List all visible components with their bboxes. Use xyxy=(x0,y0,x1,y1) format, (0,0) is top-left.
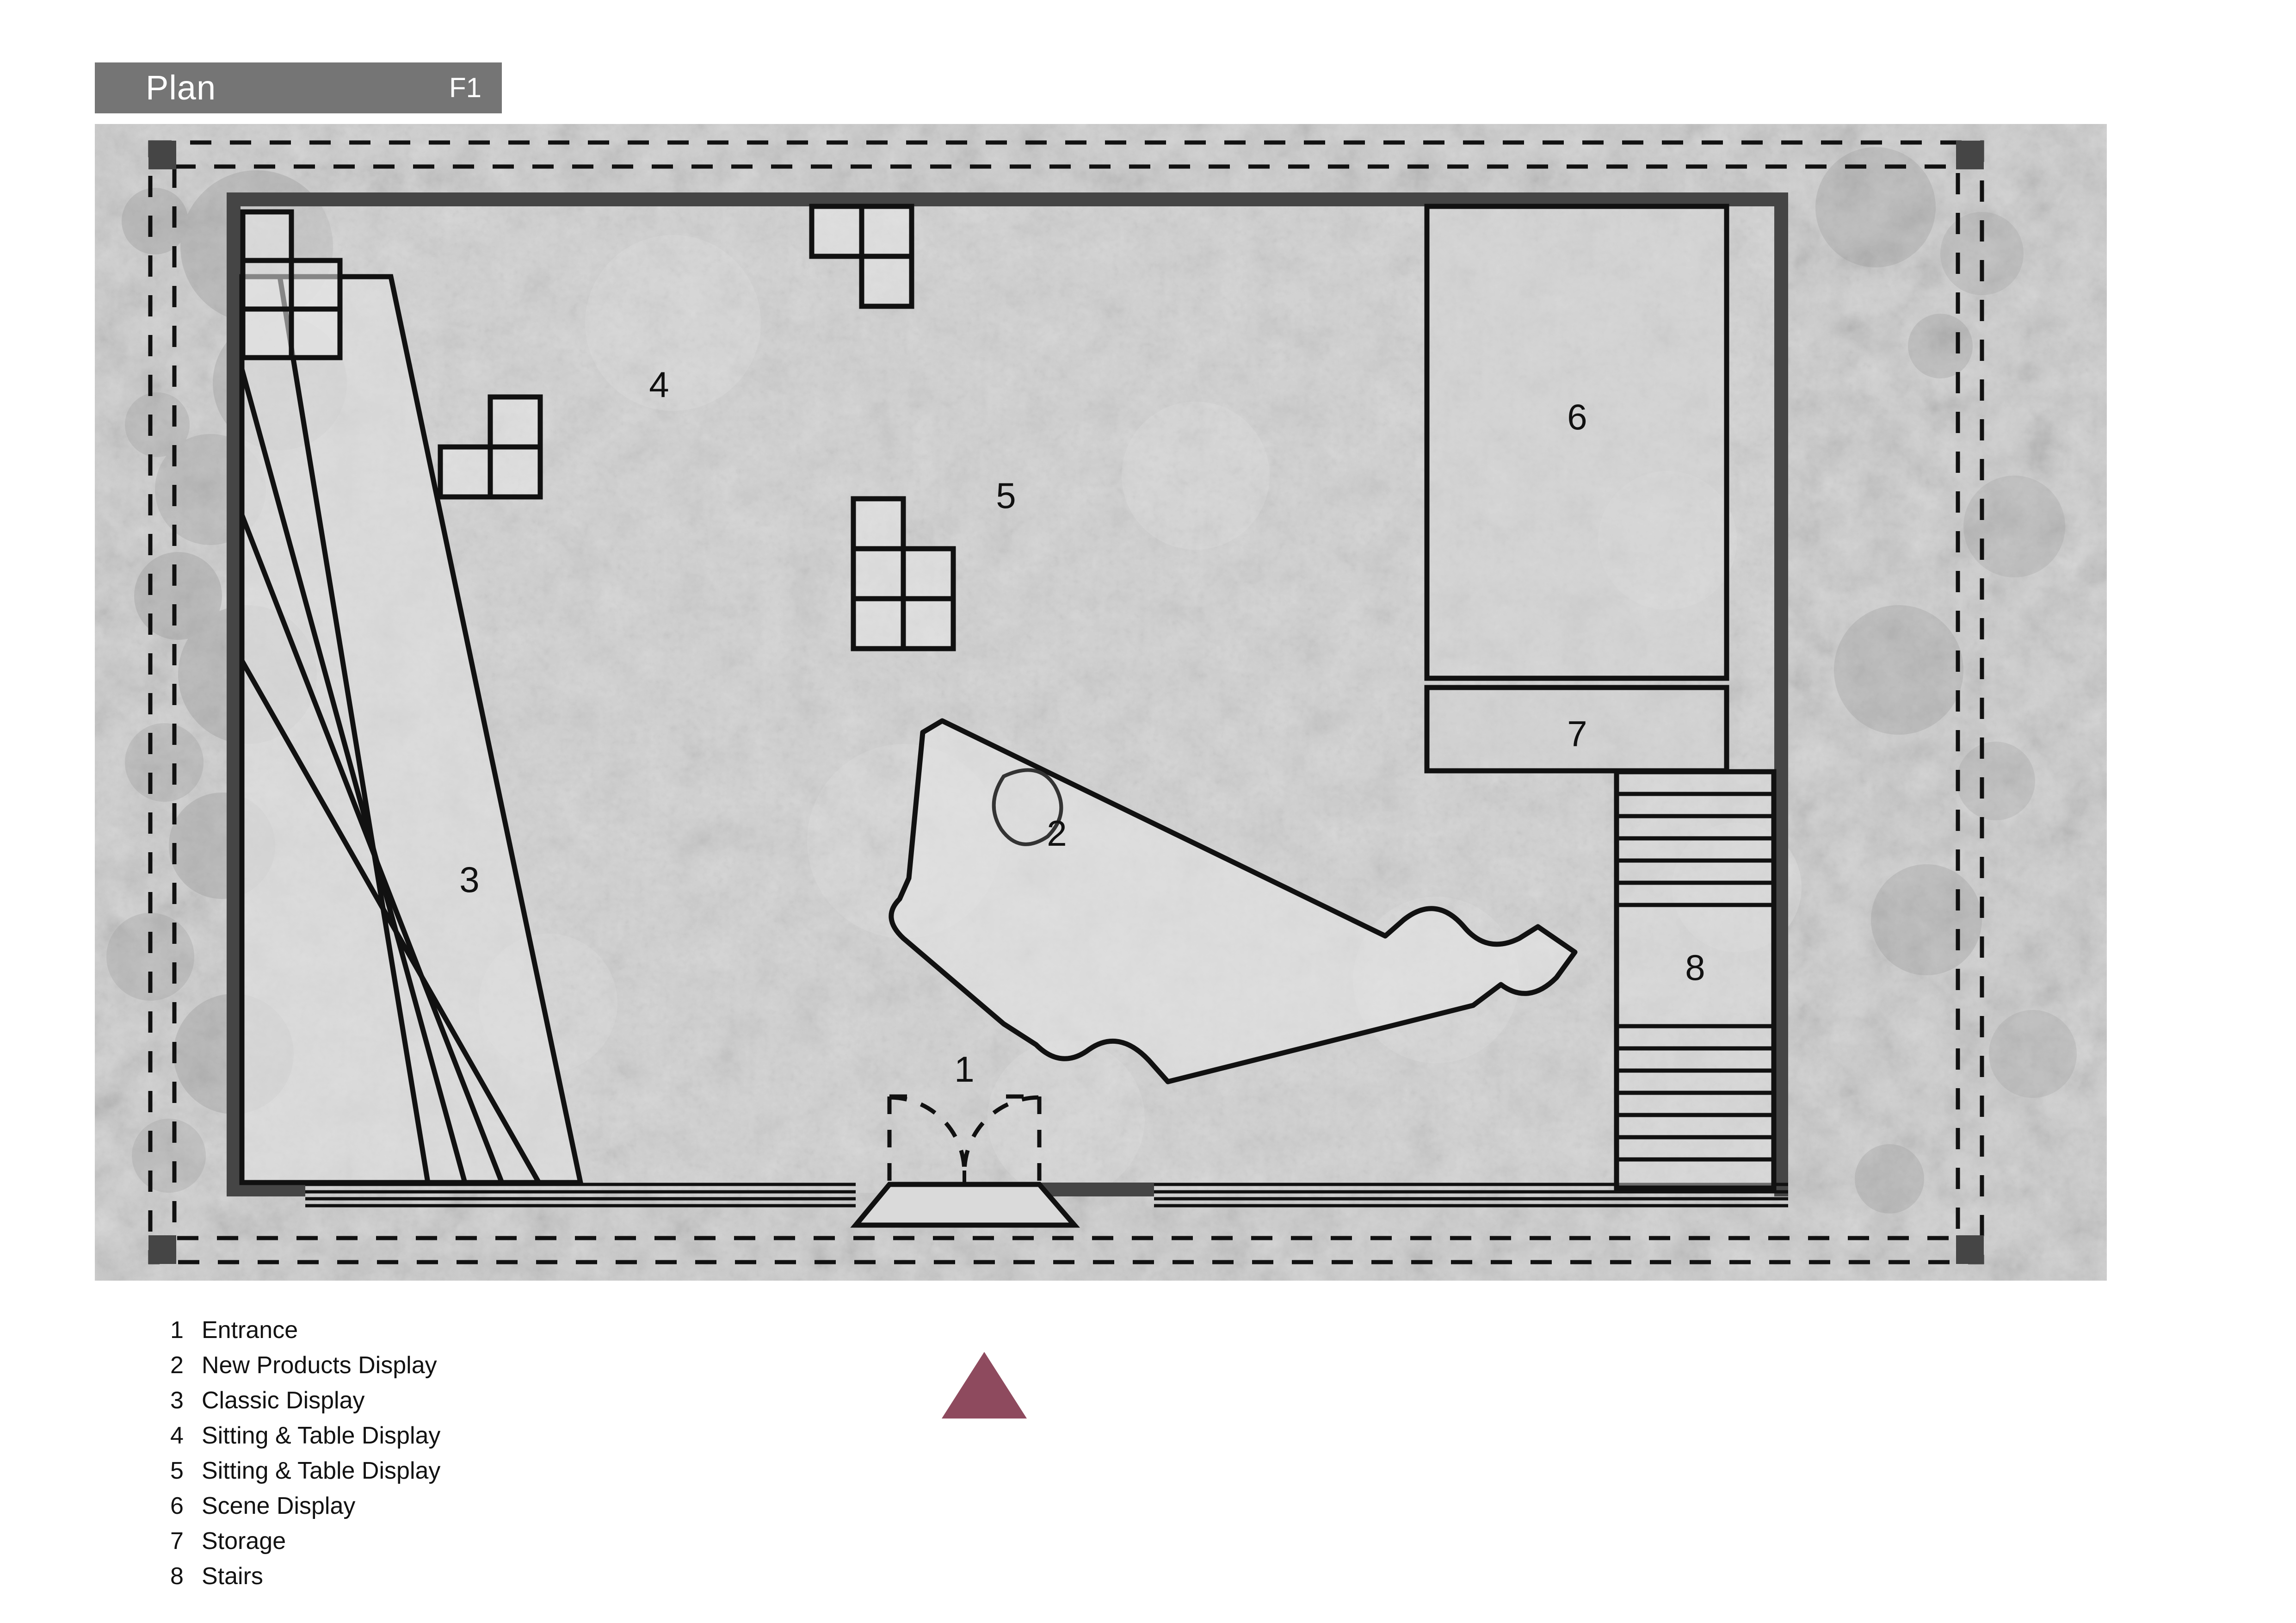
legend-label: New Products Display xyxy=(202,1352,437,1379)
plan-label-5: 5 xyxy=(996,475,1016,516)
legend-label: Storage xyxy=(202,1528,286,1555)
floor-level-label: F1 xyxy=(449,72,481,103)
scene-display-room xyxy=(1424,204,1729,681)
legend-item: 5 Sitting & Table Display xyxy=(170,1457,725,1492)
legend-number: 1 xyxy=(170,1317,184,1344)
north-arrow-icon xyxy=(938,1348,1031,1422)
legend-label: Sitting & Table Display xyxy=(202,1422,441,1449)
plan-label-1: 1 xyxy=(954,1049,974,1090)
north-triangle-shape xyxy=(942,1352,1027,1419)
legend-item: 4 Sitting & Table Display xyxy=(170,1422,725,1457)
floor-plan-drawing: 1 2 3 4 5 6 7 8 xyxy=(95,124,2107,1281)
plan-label-6: 6 xyxy=(1567,396,1587,437)
plan-label-8: 8 xyxy=(1685,947,1705,988)
legend-label: Sitting & Table Display xyxy=(202,1457,441,1484)
legend-item: 6 Scene Display xyxy=(170,1492,725,1527)
legend-item: 2 New Products Display xyxy=(170,1351,725,1387)
legend-item: 8 Stairs xyxy=(170,1562,725,1598)
legend-label: Scene Display xyxy=(202,1493,356,1519)
legend-number: 7 xyxy=(170,1528,184,1555)
legend-label: Entrance xyxy=(202,1317,298,1344)
plan-label-2: 2 xyxy=(1047,813,1067,854)
legend-label: Stairs xyxy=(202,1563,263,1590)
legend-item: 3 Classic Display xyxy=(170,1387,725,1422)
legend-number: 4 xyxy=(170,1422,184,1449)
plan-legend: 1 Entrance 2 New Products Display 3 Clas… xyxy=(170,1316,725,1598)
legend-number: 5 xyxy=(170,1457,184,1484)
legend-number: 8 xyxy=(170,1563,184,1590)
plan-title-bar: Plan F1 xyxy=(95,62,502,113)
plan-label-4: 4 xyxy=(649,364,669,405)
page-title: Plan xyxy=(146,68,216,107)
plan-label-7: 7 xyxy=(1567,713,1587,754)
legend-item: 7 Storage xyxy=(170,1527,725,1562)
legend-number: 3 xyxy=(170,1387,184,1414)
legend-number: 2 xyxy=(170,1352,184,1379)
plan-label-3: 3 xyxy=(459,859,479,900)
legend-item: 1 Entrance xyxy=(170,1316,725,1351)
legend-number: 6 xyxy=(170,1493,184,1519)
legend-label: Classic Display xyxy=(202,1387,365,1414)
